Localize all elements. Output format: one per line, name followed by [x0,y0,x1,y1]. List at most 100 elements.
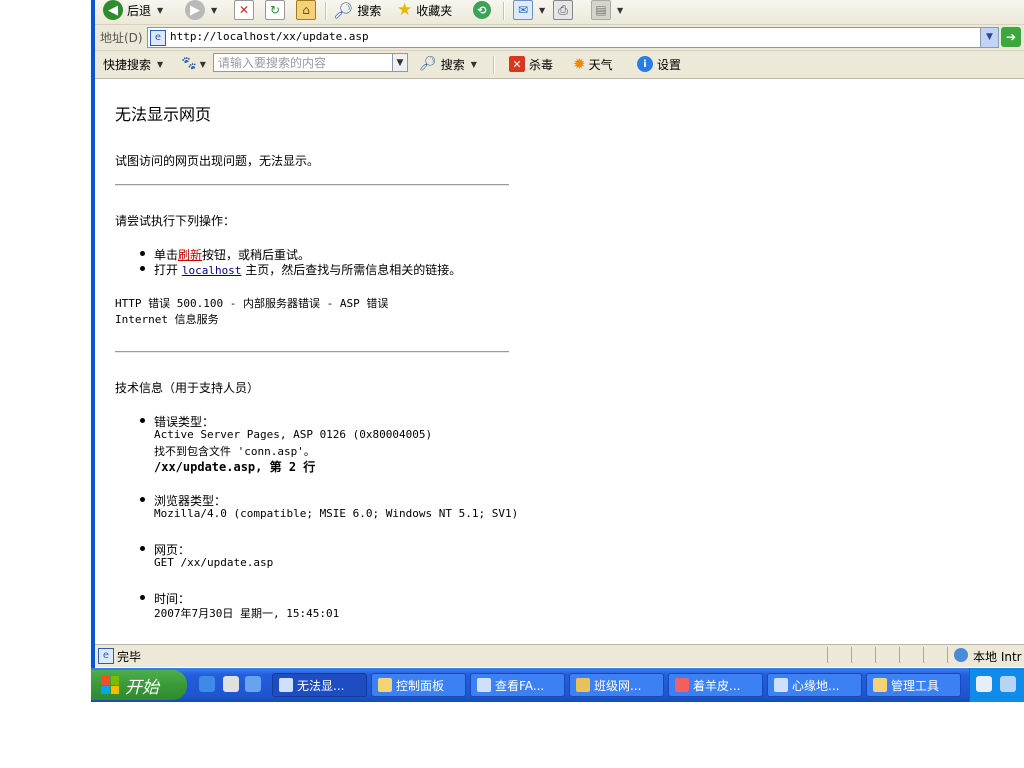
toolbar-separator [503,2,505,20]
weather-button[interactable]: ✹ 天气 [573,54,613,74]
task-button[interactable]: 无法显... [272,673,367,697]
task-button[interactable]: 查看FA... [470,673,565,697]
back-button[interactable]: ◀ 后退 ▼ [103,0,163,20]
chevron-down-icon[interactable]: ▼ [471,60,477,69]
status-divider [947,647,948,663]
quick-search-button[interactable]: 快捷搜索 ▼ [103,54,163,74]
address-bar: 地址(D) e http://localhost/xx/update.asp ▼… [95,25,1024,51]
list-item: 单击刷新按钮，或稍后重试。 [140,246,461,262]
task-label: 班级网... [594,678,642,693]
task-button[interactable]: 管理工具 [866,673,961,697]
taskbar: 开始 无法显... 控制面板 查看FA... 班级网... 着羊皮... 心缘地… [91,668,1024,702]
history-button[interactable]: ⟲ [473,0,491,20]
settings-button[interactable]: i 设置 [637,54,681,74]
quick-search-label: 快捷搜索 [103,57,152,72]
task-label: 无法显... [297,678,345,693]
address-input[interactable]: e http://localhost/xx/update.asp ▼ [147,27,999,48]
chevron-down-icon[interactable]: ▼ [392,53,408,72]
globe-icon [954,648,968,662]
status-divider [875,647,876,663]
list-item: 时间： [140,590,339,606]
mail-button[interactable]: ✉ ▼ [513,0,545,20]
tech-list: 浏览器类型： Mozilla/4.0 (compatible; MSIE 6.0… [140,492,518,520]
browser-type-value: Mozilla/4.0 (compatible; MSIE 6.0; Windo… [154,507,519,520]
status-divider [923,647,924,663]
search-button[interactable]: 🔎︎ 搜索 [333,0,381,20]
chevron-down-icon[interactable]: ▼ [200,60,206,69]
chevron-down-icon[interactable]: ▼ [617,6,623,15]
browser-type-label: 浏览器类型： [154,494,227,508]
start-button[interactable]: 开始 [91,670,187,700]
task-label: 心缘地... [792,678,840,693]
toolbar-separator [493,56,495,74]
network-icon[interactable] [1000,676,1016,692]
localhost-link[interactable]: localhost [182,264,242,277]
task-button[interactable]: 着羊皮... [668,673,763,697]
paw-icon: 🐾︎ [180,56,198,72]
antivirus-button[interactable]: ✕ 杀毒 [509,54,553,74]
error-type-line-2: 找不到包含文件 'conn.asp'。 [154,445,315,458]
toolbar-search-label: 搜索 [440,57,465,72]
stop-button[interactable]: ✕ [234,0,254,20]
go-arrow-icon: ➔ [1005,30,1017,44]
show-desktop-icon[interactable] [223,676,239,692]
list-item: 错误类型： [140,413,432,429]
print-button[interactable]: ⎙ [553,0,573,20]
forward-button[interactable]: ▶ ▼ [185,0,217,20]
address-url[interactable]: http://localhost/xx/update.asp [170,30,369,43]
try-heading: 请尝试执行下列操作： [115,214,236,228]
task-label: 着羊皮... [693,678,741,693]
toolbar-search-button[interactable]: 🔎︎ 搜索 ▼ [419,54,477,74]
go-button[interactable]: ➔ [1001,27,1021,47]
error-type-line-1: Active Server Pages, ASP 0126 (0x8000400… [154,428,433,441]
status-text: 完毕 [117,650,142,664]
task-button[interactable]: 控制面板 [371,673,466,697]
chevron-down-icon[interactable]: ▼ [211,6,217,15]
ie-icon[interactable] [199,676,215,692]
page-icon: e [98,648,114,664]
search-engine-button[interactable]: 🐾︎ ▼ [180,54,206,74]
chevron-down-icon[interactable]: ▼ [980,28,998,47]
back-arrow-icon: ◀ [103,0,123,20]
refresh-link[interactable]: 刷新 [178,248,202,262]
forward-arrow-icon: ▶ [185,0,205,20]
keyboard-icon[interactable] [976,676,992,692]
try-list: 单击刷新按钮，或稍后重试。 打开 localhost 主页，然后查找与所需信息相… [140,246,461,277]
favorites-label: 收藏夹 [416,3,453,18]
zone-text: 本地 Intr [973,650,1022,664]
task-label: 控制面板 [396,678,445,693]
task-button[interactable]: 班级网... [569,673,664,697]
weather-label: 天气 [588,57,613,72]
chevron-down-icon[interactable]: ▼ [539,6,545,15]
info-icon: i [637,56,653,72]
tech-list: 错误类型： Active Server Pages, ASP 0126 (0x8… [140,413,433,474]
home-button[interactable]: ⌂ [296,0,316,20]
refresh-icon: ↻ [265,0,285,20]
system-tray [969,668,1024,702]
folder-icon [873,678,887,692]
list-text: 打开 [154,263,182,277]
magnifier-icon: 🔎︎ [419,56,437,72]
toolbar-separator [325,2,327,20]
time-label: 时间： [154,592,191,606]
page-icon: e [150,30,166,46]
antivirus-label: 杀毒 [529,57,554,72]
favorites-button[interactable]: ★ 收藏夹 [397,0,452,20]
task-label: 管理工具 [891,678,940,693]
qq-icon [675,678,689,692]
app-icon[interactable] [245,676,261,692]
list-item: 打开 localhost 主页，然后查找与所需信息相关的链接。 [140,261,461,277]
page-value: GET /xx/update.asp [154,556,274,569]
ie-page-icon [279,678,293,692]
refresh-button[interactable]: ↻ [265,0,285,20]
error-line-2: Internet 信息服务 [115,313,219,326]
chevron-down-icon[interactable]: ▼ [157,60,163,69]
chevron-down-icon[interactable]: ▼ [157,6,163,15]
app-icon [576,678,590,692]
stop-icon: ✕ [234,0,254,20]
back-label: 后退 [127,3,152,18]
task-button[interactable]: 心缘地... [767,673,862,697]
edit-button[interactable]: ▤ ▼ [591,0,623,20]
mail-icon: ✉ [513,0,533,20]
search-input[interactable]: 请输入要搜索的内容 [213,53,393,72]
